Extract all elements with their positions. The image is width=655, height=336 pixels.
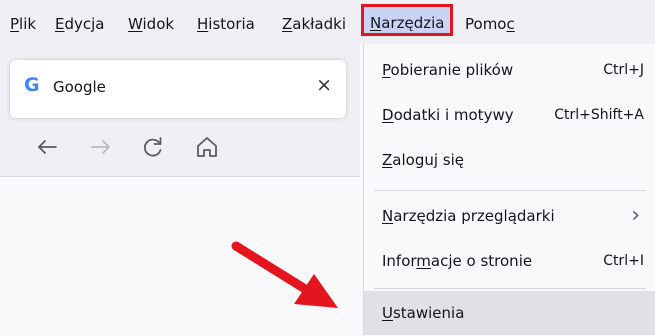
menu-item-dodatki-i-motywy[interactable]: Dodatki i motywy Ctrl+Shift+A [364, 93, 655, 137]
menu-item-informacje-o-stronie[interactable]: Informacje o stronie Ctrl+I [364, 239, 655, 283]
menu-separator [374, 288, 646, 289]
menu-item-narzedzia-przegladarki[interactable]: Narzędzia przeglądarki › [364, 194, 655, 238]
home-icon[interactable] [192, 132, 222, 162]
menu-plik[interactable]: Plik [10, 14, 36, 34]
google-favicon-icon: G [24, 74, 40, 96]
reload-icon[interactable] [138, 132, 168, 162]
shortcut-label: Ctrl+I [603, 253, 644, 269]
close-tab-icon[interactable]: × [316, 74, 332, 96]
menu-item-ustawienia[interactable]: Ustawienia [364, 291, 655, 335]
arrow-left-icon[interactable] [32, 132, 62, 162]
menu-edycja[interactable]: Edycja [55, 14, 105, 34]
tab-google[interactable]: G Google × [10, 60, 346, 118]
menu-narzedzia[interactable]: Narzędzia [361, 4, 454, 36]
menu-separator [374, 190, 646, 191]
tools-dropdown-menu: Pobieranie plików Ctrl+J Dodatki i motyw… [363, 44, 655, 336]
shortcut-label: Ctrl+J [603, 62, 644, 78]
shortcut-label: Ctrl+Shift+A [554, 107, 644, 123]
menu-bar: Plik Edycja Widok Historia Zakładki Narz… [0, 0, 655, 44]
red-pointer-arrow [231, 241, 338, 308]
menu-historia[interactable]: Historia [197, 14, 255, 34]
menu-pomoc[interactable]: Pomoc [465, 14, 515, 34]
menu-item-pobieranie-plikow[interactable]: Pobieranie plików Ctrl+J [364, 48, 655, 92]
arrow-right-icon[interactable] [86, 132, 116, 162]
browser-chrome: G Google × [0, 44, 360, 177]
menu-zakladki[interactable]: Zakładki [282, 14, 346, 34]
menu-item-zaloguj-sie[interactable]: Zaloguj się [364, 138, 655, 182]
menu-widok[interactable]: Widok [128, 14, 174, 34]
chevron-right-icon: › [631, 203, 640, 228]
tab-title: Google [53, 78, 106, 96]
